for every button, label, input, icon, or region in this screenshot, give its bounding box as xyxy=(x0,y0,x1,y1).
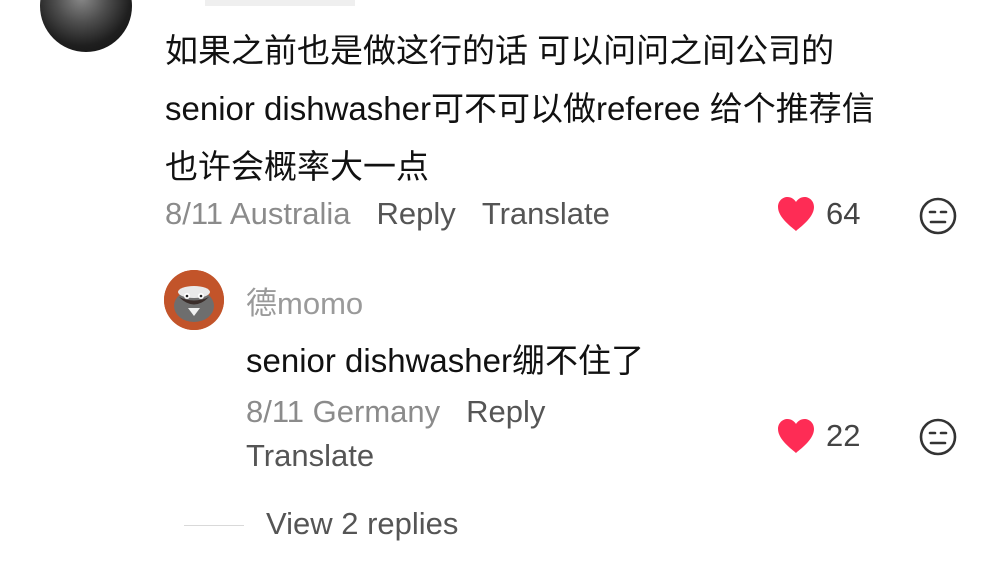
neutral-face-icon[interactable] xyxy=(919,418,957,456)
reply-username[interactable]: 德momo xyxy=(246,278,363,323)
reply-meta: 8/11 Germany Reply xyxy=(246,392,545,432)
like-button[interactable]: 22 xyxy=(776,418,860,454)
commenter-avatar[interactable] xyxy=(40,0,132,52)
divider xyxy=(205,0,355,6)
divider xyxy=(184,525,244,526)
comment-date-location: 8/11 Australia xyxy=(165,196,351,231)
translate-button[interactable]: Translate xyxy=(482,196,610,231)
heart-icon xyxy=(778,197,814,231)
comment-text: 如果之前也是做这行的话 可以问问之间公司的 senior dishwasher可… xyxy=(165,22,965,196)
like-count: 22 xyxy=(826,418,861,453)
reply-avatar[interactable] xyxy=(164,270,224,330)
translate-button[interactable]: Translate xyxy=(246,438,374,474)
reply-date-location: 8/11 Germany xyxy=(246,394,441,429)
comment-line: 也许会概率大一点 xyxy=(165,148,429,185)
like-count: 64 xyxy=(826,196,861,231)
reply-button[interactable]: Reply xyxy=(377,196,456,231)
reply-button[interactable]: Reply xyxy=(466,394,545,429)
neutral-face-icon[interactable] xyxy=(919,197,957,235)
avatar-image xyxy=(164,270,224,330)
reply-text: senior dishwasher绷不住了 xyxy=(246,342,644,379)
heart-icon xyxy=(778,419,814,453)
comment-line: senior dishwasher可不可以做referee 给个推荐信 xyxy=(165,90,875,127)
comment-thread: 如果之前也是做这行的话 可以问问之间公司的 senior dishwasher可… xyxy=(0,0,1000,582)
comment-meta: 8/11 Australia Reply Translate xyxy=(165,194,610,234)
view-replies-button[interactable]: View 2 replies xyxy=(266,506,458,542)
like-button[interactable]: 64 xyxy=(776,196,860,232)
comment-line: 如果之前也是做这行的话 可以问问之间公司的 xyxy=(165,32,835,69)
